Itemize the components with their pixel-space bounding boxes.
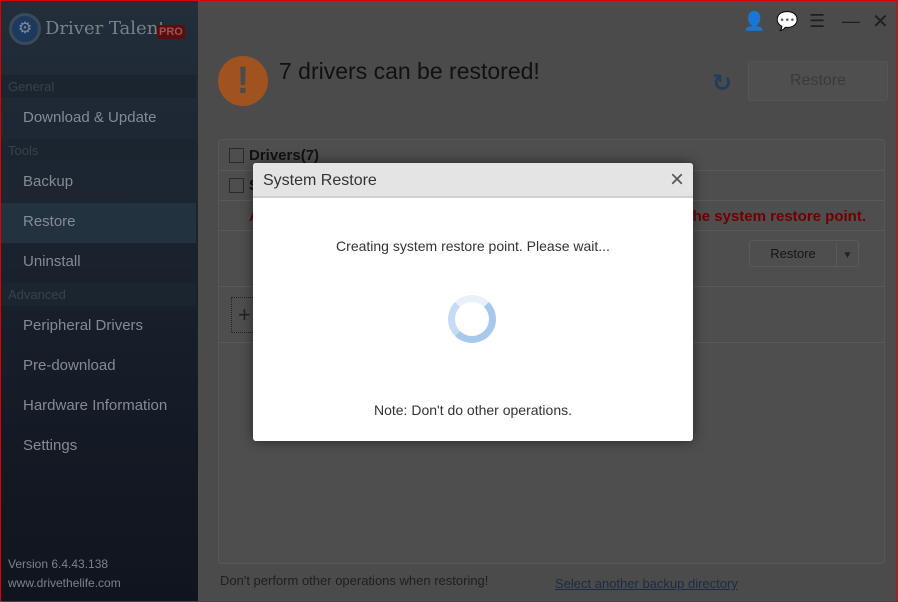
- section-general: General: [1, 75, 196, 98]
- dialog-note: Note: Don't do other operations.: [373, 402, 573, 418]
- row-restore-label: Restore: [770, 246, 816, 261]
- page-title: 7 drivers can be restored!: [279, 58, 540, 84]
- drivers-header: Drivers(7): [249, 147, 320, 164]
- minimize-icon[interactable]: —: [842, 11, 860, 32]
- close-icon[interactable]: ×: [670, 166, 684, 194]
- user-icon[interactable]: 👤: [743, 11, 765, 32]
- system-restore-dialog: System Restore × Creating system restore…: [253, 163, 693, 441]
- sidebar: ⚙ Driver Talent PRO General Download & U…: [1, 1, 198, 601]
- dialog-header: System Restore ×: [253, 163, 693, 198]
- sidebar-item-download-update[interactable]: Download & Update: [1, 99, 196, 139]
- dialog-title: System Restore: [263, 172, 377, 189]
- website-link[interactable]: www.drivethelife.com: [8, 576, 121, 590]
- row-checkbox[interactable]: [229, 178, 244, 193]
- footer-note: Don't perform other operations when rest…: [220, 573, 489, 588]
- sidebar-item-restore[interactable]: Restore: [1, 203, 196, 243]
- refresh-icon[interactable]: ↻: [712, 69, 732, 98]
- sidebar-item-hardware-information[interactable]: Hardware Information: [1, 387, 196, 427]
- sidebar-item-settings[interactable]: Settings: [1, 427, 196, 467]
- section-advanced: Advanced: [1, 283, 196, 306]
- gear-icon: ⚙: [9, 13, 41, 45]
- row-restore-button[interactable]: Restore ▼: [749, 240, 859, 268]
- select-all-checkbox[interactable]: [229, 148, 244, 163]
- restore-button[interactable]: Restore: [748, 61, 888, 101]
- section-tools: Tools: [1, 139, 196, 162]
- sidebar-item-pre-download[interactable]: Pre-download: [1, 347, 196, 387]
- close-icon[interactable]: ✕: [872, 9, 889, 34]
- alert-text: the system restore point.: [687, 208, 866, 225]
- exclamation-icon: !: [218, 56, 268, 106]
- pro-badge: PRO: [157, 25, 185, 39]
- select-backup-directory-link[interactable]: Select another backup directory: [555, 576, 738, 591]
- sidebar-item-peripheral-drivers[interactable]: Peripheral Drivers: [1, 307, 196, 347]
- chevron-down-icon[interactable]: ▼: [836, 243, 858, 268]
- chat-icon[interactable]: 💬: [776, 11, 798, 32]
- dialog-message: Creating system restore point. Please wa…: [336, 238, 610, 254]
- sidebar-item-uninstall[interactable]: Uninstall: [1, 243, 196, 283]
- app-window: ⚙ Driver Talent PRO General Download & U…: [0, 0, 898, 602]
- app-name: Driver Talent: [45, 18, 166, 39]
- version-label: Version 6.4.43.138: [8, 557, 109, 571]
- menu-list-icon[interactable]: ☰: [809, 11, 825, 32]
- sidebar-item-backup[interactable]: Backup: [1, 163, 196, 203]
- loading-spinner-icon: [448, 295, 496, 343]
